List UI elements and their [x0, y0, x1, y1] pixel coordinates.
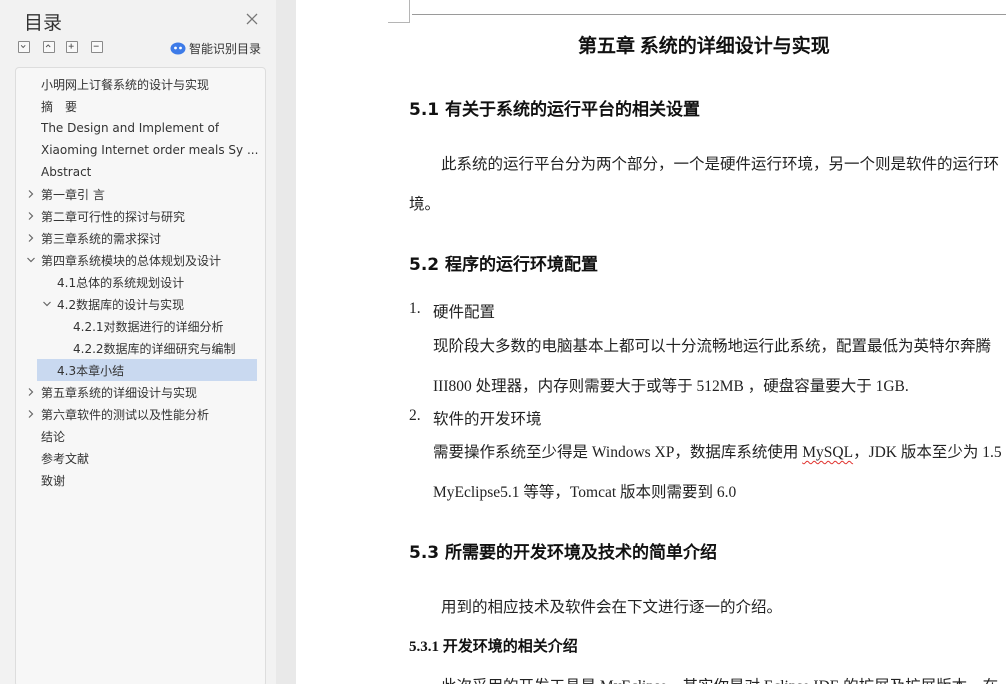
chevron-down-icon[interactable]	[42, 299, 52, 309]
toc-item[interactable]: 4.2数据库的设计与实现	[16, 293, 265, 315]
document-page: 第五章 系统的详细设计与实现 5.1 有关于系统的运行平台的相关设置 此系统的运…	[296, 0, 1006, 684]
page-corner-mark	[409, 0, 410, 22]
section-5-1-paragraph: 此系统的运行平台分为两个部分，一个是硬件运行环境，另一个则是软件的运行环	[441, 156, 1000, 173]
toc-item-label: 结论	[41, 429, 66, 444]
expand-all-button[interactable]	[43, 41, 55, 53]
toc-item[interactable]: 小明网上订餐系统的设计与实现	[16, 73, 265, 95]
list-number: 1.	[409, 300, 421, 317]
toc-item-label: 4.2.2数据库的详细研究与编制	[73, 341, 236, 356]
toc-item[interactable]: 4.2.1对数据进行的详细分析	[16, 315, 265, 337]
chevron-down-icon[interactable]	[26, 255, 36, 265]
toc-list: 小明网上订餐系统的设计与实现摘 要 The Design and Implemen…	[15, 67, 266, 684]
toc-item[interactable]: 4.1总体的系统规划设计	[16, 271, 265, 293]
toc-item[interactable]: 第四章系统模块的总体规划及设计	[16, 249, 265, 271]
spellcheck-word[interactable]: MySQL	[802, 444, 853, 461]
toc-item[interactable]: 结论	[16, 425, 265, 447]
chevron-right-icon[interactable]	[26, 233, 36, 243]
toc-item[interactable]: 第五章系统的详细设计与实现	[16, 381, 265, 403]
toc-item-label: 第三章系统的需求探讨	[41, 231, 162, 246]
ai-toc-button[interactable]: 智能识别目录	[170, 39, 261, 57]
collapse-all-button[interactable]	[18, 41, 30, 53]
toc-item[interactable]: 致谢	[16, 469, 265, 491]
toc-item-label: 第五章系统的详细设计与实现	[41, 385, 198, 400]
toc-item[interactable]: 摘 要	[16, 95, 265, 117]
collapse-all-icon	[20, 45, 26, 49]
toc-item-label: 小明网上订餐系统的设计与实现	[41, 77, 210, 92]
toc-item[interactable]: 第一章引 言	[16, 183, 265, 205]
ai-toc-label: 智能识别目录	[189, 41, 262, 56]
plus-icon	[68, 43, 74, 49]
toc-item-label: 第一章引 言	[41, 187, 105, 202]
chevron-right-icon[interactable]	[26, 189, 36, 199]
list-item-text: 需要操作系统至少得是 Windows XP，数据库系统使用 MySQL，JDK …	[433, 444, 1002, 461]
list-item-text: III800 处理器，内存则需要大于或等于 512MB ，硬盘容量要大于 1GB…	[433, 378, 909, 395]
toc-sidebar: 目录 智能识别目录 小明网上订餐系统的设计与实现摘 要 The Design an…	[0, 0, 276, 684]
chevron-right-icon[interactable]	[26, 211, 36, 221]
toc-item-label: 参考文献	[41, 451, 90, 466]
page-header-text	[546, 0, 846, 4]
remove-entry-button[interactable]	[91, 41, 103, 53]
toc-item[interactable]: The Design and Implement of	[16, 117, 265, 139]
chevron-right-icon[interactable]	[26, 387, 36, 397]
section-5-1-paragraph-cont: 境。	[409, 196, 441, 213]
list-item-text: 现阶段大多数的电脑基本上都可以十分流畅地运行此系统，配置最低为英特尔奔腾	[433, 338, 992, 355]
list-item-title: 硬件配置	[433, 304, 496, 321]
sidebar-title: 目录	[24, 12, 63, 34]
toc-item[interactable]: Xiaoming Internet order meals Sy ...	[16, 139, 265, 161]
section-5-2-heading: 5.2 程序的运行环境配置	[409, 255, 599, 275]
section-5-3-heading: 5.3 所需要的开发环境及技术的简单介绍	[409, 543, 718, 563]
pane-splitter[interactable]	[276, 0, 296, 684]
minus-icon	[93, 45, 99, 47]
toc-item-label: 4.1总体的系统规划设计	[57, 275, 185, 290]
toc-item[interactable]: 参考文献	[16, 447, 265, 469]
toc-item-label: 第四章系统模块的总体规划及设计	[41, 253, 222, 268]
section-5-3-1-paragraph: 此次采用的开发工具是 MyEclipse，其实你是对 Eclipse IDE 的…	[441, 674, 998, 684]
toc-item-label: 致谢	[41, 473, 66, 488]
toc-item-label: Xiaoming Internet order meals Sy ...	[41, 143, 259, 157]
toc-item-label: 4.2.1对数据进行的详细分析	[73, 319, 224, 334]
list-item-text: MyEclipse5.1 等等，Tomcat 版本则需要到 6.0	[433, 484, 737, 501]
toc-item-label: 第二章可行性的探讨与研究	[41, 209, 186, 224]
toc-item[interactable]: 第二章可行性的探讨与研究	[16, 205, 265, 227]
section-5-3-1-heading: 5.3.1 开发环境的相关介绍	[409, 639, 578, 655]
add-entry-button[interactable]	[66, 41, 78, 53]
section-5-1-heading: 5.1 有关于系统的运行平台的相关设置	[409, 100, 701, 120]
toc-item-label: Abstract	[41, 165, 92, 179]
toc-item[interactable]: 第六章软件的测试以及性能分析	[16, 403, 265, 425]
toc-item[interactable]: 4.3本章小结	[37, 359, 257, 381]
ai-robot-icon	[170, 42, 186, 55]
page-corner-mark	[388, 22, 410, 23]
page-header-rule	[412, 14, 1006, 15]
toc-item-label: 摘 要	[41, 99, 78, 114]
chapter-title: 第五章 系统的详细设计与实现	[578, 36, 830, 57]
list-number: 2.	[409, 407, 421, 424]
toc-item-label: The Design and Implement of	[41, 121, 220, 135]
close-icon[interactable]	[243, 10, 261, 28]
chevron-right-icon[interactable]	[26, 409, 36, 419]
expand-all-icon	[45, 44, 51, 48]
list-item-title: 软件的开发环境	[433, 411, 542, 428]
toc-item[interactable]: 第三章系统的需求探讨	[16, 227, 265, 249]
toc-item-label: 第六章软件的测试以及性能分析	[41, 407, 210, 422]
toc-item-label: 4.3本章小结	[57, 363, 125, 378]
toc-item[interactable]: Abstract	[16, 161, 265, 183]
section-5-3-paragraph: 用到的相应技术及软件会在下文进行逐一的介绍。	[441, 599, 783, 616]
toc-item-label: 4.2数据库的设计与实现	[57, 297, 185, 312]
toc-item[interactable]: 4.2.2数据库的详细研究与编制	[16, 337, 265, 359]
